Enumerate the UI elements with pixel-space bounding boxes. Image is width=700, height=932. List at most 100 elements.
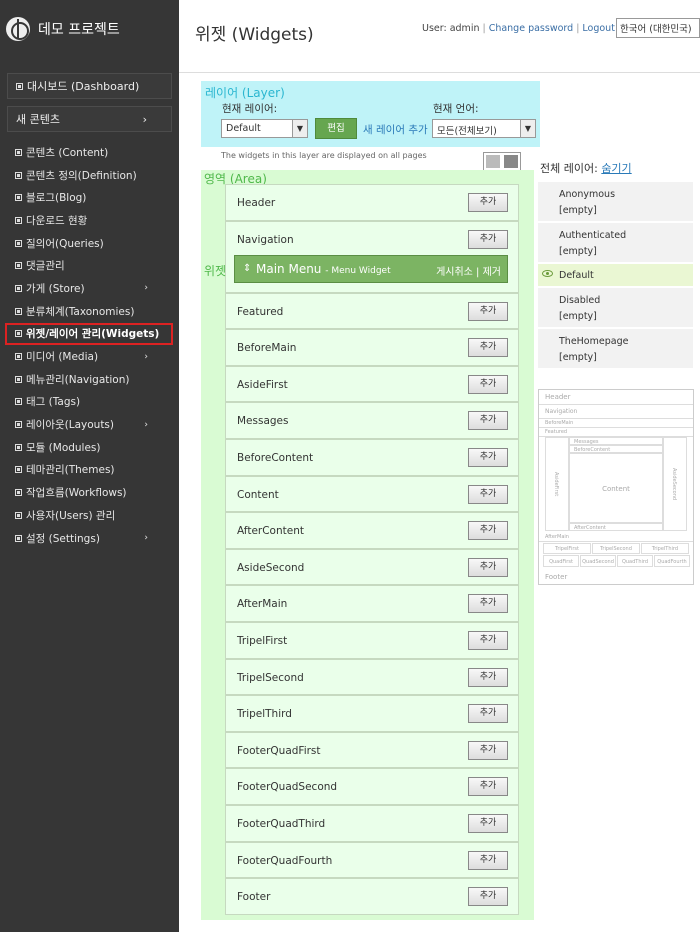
chevron-down-icon: ▼ — [292, 120, 307, 137]
sidebar-item-15[interactable]: 작업흐름(Workflows) — [7, 481, 172, 504]
chevron-right-icon: › — [142, 112, 147, 126]
layer-thehomepage[interactable]: TheHomepage [empty] — [538, 329, 693, 370]
minimap-beforemain[interactable]: BeforeMain — [539, 419, 693, 428]
minimap-navigation[interactable]: Navigation — [539, 405, 693, 419]
zone-aftercontent: AfterContent 추가 — [225, 512, 519, 549]
minimap-tripelthird[interactable]: TripelThird — [641, 543, 689, 554]
current-language-select[interactable]: 모든(전체보기) ▼ — [432, 119, 536, 138]
zone-name: AfterContent — [237, 525, 304, 538]
minimap-asidefirst[interactable]: AsideFirst — [545, 437, 569, 531]
add-widget-button[interactable]: 추가 — [468, 193, 508, 212]
minimap-quadthird[interactable]: QuadThird — [617, 555, 653, 567]
sidebar-item-7[interactable]: 분류체계(Taxonomies) — [7, 300, 172, 323]
minimap-quadsecond[interactable]: QuadSecond — [580, 555, 616, 567]
widget-name: Main Menu — [256, 261, 322, 276]
add-widget-button[interactable]: 추가 — [468, 740, 508, 760]
sidebar-item-dashboard[interactable]: 대시보드 (Dashboard) — [7, 73, 172, 99]
logout-link[interactable]: Logout — [582, 23, 615, 34]
sidebar-item-4[interactable]: 질의어(Queries) — [7, 232, 172, 255]
add-widget-button[interactable]: 추가 — [468, 813, 508, 833]
sidebar-item-9[interactable]: 미디어 (Media) › — [7, 345, 172, 368]
widget-actions[interactable]: 게시취소 | 제거 — [436, 263, 501, 278]
add-widget-button[interactable]: 추가 — [468, 301, 508, 321]
language-select[interactable]: 한국어 (대한민국) — [616, 18, 700, 38]
layer-authenticated[interactable]: Authenticated [empty] — [538, 223, 693, 264]
chevron-right-icon: › — [144, 351, 148, 362]
add-widget-button[interactable]: 추가 — [468, 850, 508, 870]
minimap-aftercontent[interactable]: AfterContent — [569, 523, 663, 531]
add-widget-button[interactable]: 추가 — [468, 447, 508, 467]
hide-layers-link[interactable]: 숨기기 — [601, 162, 631, 175]
sidebar-item-14[interactable]: 테마관리(Themes) — [7, 459, 172, 482]
sidebar-item-label: 다운로드 현황 — [26, 214, 88, 227]
sidebar-item-label: 작업흐름(Workflows) — [26, 487, 127, 500]
sidebar-item-5[interactable]: 댓글관리 — [7, 254, 172, 277]
add-widget-button[interactable]: 추가 — [468, 374, 508, 394]
minimap-tripelfirst[interactable]: TripelFirst — [543, 543, 591, 554]
minimap-asidesecond[interactable]: AsideSecond — [663, 437, 687, 531]
menu-bullet-icon — [15, 375, 22, 383]
sidebar-item-0[interactable]: 콘텐츠 (Content) — [7, 141, 172, 164]
sidebar-item-10[interactable]: 메뉴관리(Navigation) — [7, 368, 172, 391]
add-widget-button[interactable]: 추가 — [468, 704, 508, 724]
add-widget-button[interactable]: 추가 — [468, 411, 508, 431]
add-widget-button[interactable]: 추가 — [468, 887, 508, 907]
sidebar-item-17[interactable]: 설정 (Settings) › — [7, 527, 172, 550]
minimap-content[interactable]: Content — [569, 453, 663, 523]
minimap-footer[interactable]: Footer — [539, 569, 693, 585]
sidebar-item-12[interactable]: 레이아웃(Layouts) › — [7, 413, 172, 436]
user-links: User: admin | Change password | Logout — [422, 23, 615, 34]
minimap-header[interactable]: Header — [539, 390, 693, 405]
layer-anonymous[interactable]: Anonymous [empty] — [538, 182, 693, 223]
add-widget-button[interactable]: 추가 — [468, 557, 508, 577]
minimap-quadfourth[interactable]: QuadFourth — [654, 555, 690, 567]
add-widget-button[interactable]: 추가 — [468, 338, 508, 358]
add-widget-button[interactable]: 추가 — [468, 594, 508, 614]
minimap-featured[interactable]: Featured — [539, 428, 693, 437]
minimap-tripelsecond[interactable]: TripelSecond — [592, 543, 640, 554]
current-layer-select[interactable]: Default ▼ — [221, 119, 308, 138]
add-widget-button[interactable]: 추가 — [468, 229, 508, 249]
layer-state: [empty] — [559, 311, 597, 322]
sidebar-item-label: 콘텐츠 정의(Definition) — [26, 169, 137, 182]
sidebar-item-label: 레이아웃(Layouts) — [26, 419, 114, 432]
add-widget-button[interactable]: 추가 — [468, 630, 508, 650]
chevron-right-icon: › — [144, 533, 148, 544]
edit-layer-button[interactable]: 편집 — [315, 118, 357, 139]
minimap-messages[interactable]: Messages — [569, 437, 663, 445]
change-password-link[interactable]: Change password — [489, 23, 574, 34]
sidebar-item-new-content[interactable]: 새 콘텐츠 › — [7, 106, 172, 132]
layer-state: [empty] — [559, 205, 597, 216]
add-layer-link[interactable]: 새 레이어 추가 — [363, 122, 428, 137]
list-view-icon[interactable] — [486, 155, 500, 168]
all-layers-title: 전체 레이어: 숨기기 — [540, 160, 632, 176]
add-widget-button[interactable]: 추가 — [468, 777, 508, 797]
add-widget-button[interactable]: 추가 — [468, 521, 508, 541]
sidebar-item-13[interactable]: 모듈 (Modules) — [7, 436, 172, 459]
minimap-quadfirst[interactable]: QuadFirst — [543, 555, 579, 567]
sidebar-item-6[interactable]: 가게 (Store) › — [7, 277, 172, 300]
grid-view-icon[interactable] — [504, 155, 518, 168]
minimap-beforecontent[interactable]: BeforeContent — [569, 445, 663, 453]
brand[interactable]: 데모 프로젝트 — [0, 0, 179, 58]
layer-name: Default — [559, 270, 594, 281]
sidebar-item-2[interactable]: 블로그(Blog) — [7, 186, 172, 209]
drag-handle-icon[interactable]: ⇕ — [243, 263, 251, 274]
zone-name: FooterQuadFourth — [237, 854, 333, 867]
sidebar-item-1[interactable]: 콘텐츠 정의(Definition) — [7, 164, 172, 187]
sidebar-item-8[interactable]: 위젯/레이어 관리(Widgets) — [5, 322, 173, 346]
sidebar-item-16[interactable]: 사용자(Users) 관리 — [7, 504, 172, 527]
zone-name: FooterQuadThird — [237, 817, 326, 830]
widget-main-menu[interactable]: ⇕ Main Menu - Menu Widget 게시취소 | 제거 — [234, 254, 508, 283]
sidebar-item-label: 콘텐츠 (Content) — [26, 146, 109, 159]
zone-list: Header 추가 Navigation 추가 ⇕ Main Menu - Menu Wi… — [225, 184, 519, 915]
layer-disabled[interactable]: Disabled [empty] — [538, 288, 693, 329]
add-widget-button[interactable]: 추가 — [468, 484, 508, 504]
zone-name: TripelThird — [237, 708, 292, 721]
add-widget-button[interactable]: 추가 — [468, 667, 508, 687]
sidebar-item-11[interactable]: 태그 (Tags) — [7, 391, 172, 414]
layer-default[interactable]: Default — [538, 264, 693, 288]
sidebar-item-3[interactable]: 다운로드 현황 — [7, 209, 172, 232]
minimap-aftermain[interactable]: AfterMain — [539, 533, 693, 542]
view-toggle[interactable] — [483, 152, 521, 171]
